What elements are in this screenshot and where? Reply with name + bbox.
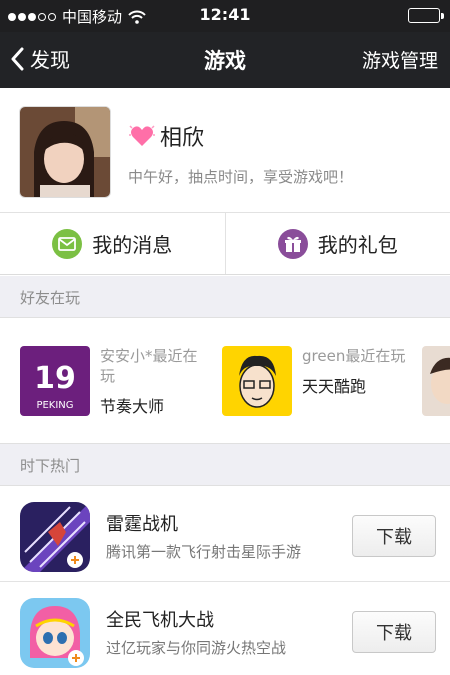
my-gifts-label: 我的礼包 — [317, 233, 398, 257]
clock: 12:41 — [199, 5, 251, 24]
game-list-item[interactable]: 雷霆战机 腾讯第一款飞行射击星际手游 下载 — [0, 486, 450, 582]
quick-actions: 我的消息 我的礼包 — [0, 213, 450, 275]
profile-card: 相欣 中午好，抽点时间，享受游戏吧！ — [0, 88, 450, 213]
my-messages-label: 我的消息 — [92, 233, 173, 257]
everyday-parkour-icon — [222, 346, 292, 416]
profile-name-text: 相欣 — [160, 126, 205, 151]
download-button[interactable]: 下载 — [352, 611, 436, 653]
hot-games-list: 雷霆战机 腾讯第一款飞行射击星际手游 下载 全民飞机大战 过亿玩家与你同游火热空… — [0, 486, 450, 675]
friend-game-name: 天天酷跑 — [302, 377, 367, 396]
game-title: 全民飞机大战 — [106, 610, 214, 631]
profile-name: 相欣 — [128, 120, 204, 152]
game-list-item[interactable]: 全民飞机大战 过亿玩家与你同游火热空战 下载 — [0, 582, 450, 675]
battery-icon — [408, 8, 444, 23]
game-title: 雷霆战机 — [106, 514, 178, 535]
avatar[interactable] — [19, 106, 111, 198]
friends-playing-list[interactable]: 19 PEKING 安安小*最近在玩 节奏大师 green最近在玩 天天酷跑 — [0, 318, 450, 444]
status-bar: 中国移动 12:41 — [0, 0, 450, 32]
game-description: 过亿玩家与你同游火热空战 — [106, 639, 287, 657]
game-description: 腾讯第一款飞行射击星际手游 — [106, 543, 302, 561]
friend-game-name: 节奏大师 — [100, 397, 165, 416]
thunder-fighter-icon — [20, 502, 90, 572]
my-gifts-button[interactable]: 我的礼包 — [224, 213, 450, 274]
download-button[interactable]: 下载 — [352, 515, 436, 557]
envelope-icon — [52, 228, 83, 259]
greeting-text: 中午好，抽点时间，享受游戏吧！ — [128, 168, 354, 186]
my-messages-button[interactable]: 我的消息 — [0, 213, 225, 274]
friend-game-icon — [422, 346, 450, 416]
rhythm-master-icon-caption: PEKING — [36, 400, 73, 411]
nav-bar: 发现 游戏 游戏管理 — [0, 32, 450, 88]
friend-game-item[interactable]: green最近在玩 天天酷跑 — [222, 346, 412, 416]
friend-game-item-partial[interactable] — [422, 346, 450, 416]
friend-activity-text: green最近在玩 — [302, 347, 406, 365]
rhythm-master-icon-number: 19 — [34, 361, 76, 396]
sparkling-heart-icon — [129, 125, 155, 146]
rhythm-master-icon: 19 PEKING — [20, 346, 90, 416]
friend-activity-text: 安安小*最近在玩 — [100, 347, 198, 385]
game-management-button[interactable]: 游戏管理 — [362, 46, 438, 73]
friend-game-item[interactable]: 19 PEKING 安安小*最近在玩 节奏大师 — [20, 346, 210, 417]
friends-playing-header: 好友在玩 — [0, 276, 450, 318]
all-star-plane-war-icon — [20, 598, 90, 668]
hot-now-header: 时下热门 — [0, 444, 450, 486]
gift-icon — [277, 228, 308, 259]
